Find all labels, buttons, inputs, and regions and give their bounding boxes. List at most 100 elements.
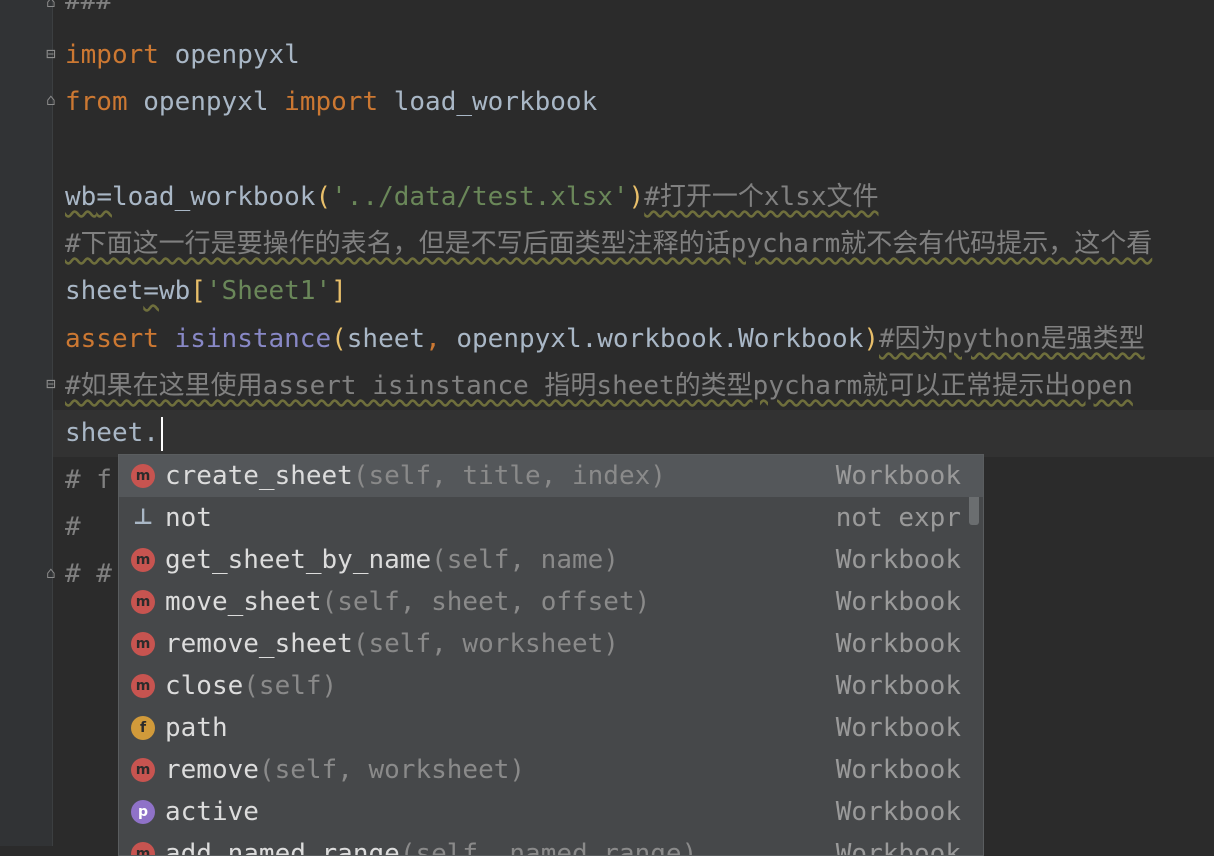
code-text: = xyxy=(96,182,112,212)
keyword-import: import xyxy=(65,40,159,70)
completion-item[interactable]: m move_sheet(self, sheet, offset) Workbook xyxy=(119,581,983,623)
completion-params: (self, named_range) xyxy=(399,839,698,856)
completion-params: (self, worksheet) xyxy=(352,629,619,659)
completion-item[interactable]: ⊥ not not expr xyxy=(119,497,983,539)
code-line-from-import[interactable]: from openpyxl import load_workbook xyxy=(65,79,597,126)
code-paren: ) xyxy=(863,324,880,354)
fold-end-icon[interactable]: ⌂ xyxy=(43,92,59,108)
code-line-load-workbook[interactable]: wb=load_workbook('../data/test.xlsx')#打开… xyxy=(65,174,878,221)
completion-params: (self) xyxy=(243,671,338,701)
code-text: wb xyxy=(65,182,97,212)
completion-name-text: active xyxy=(165,797,259,827)
keyword-import: import xyxy=(284,87,379,117)
fold-end-icon[interactable]: ⌂ xyxy=(43,565,59,581)
inline-comment: #因为python是强类型 xyxy=(879,324,1145,354)
completion-name: remove_sheet(self, worksheet) xyxy=(165,623,619,665)
comment-line[interactable]: #如果在这里使用assert isinstance 指明sheet的类型pych… xyxy=(65,363,1133,410)
code-bracket: ] xyxy=(331,276,347,306)
method-icon: m xyxy=(131,758,155,782)
completion-type: Workbook xyxy=(835,545,961,575)
code-line-assert[interactable]: assert isinstance(sheet, openpyxl.workbo… xyxy=(65,316,1145,363)
code-paren: ) xyxy=(628,182,645,212)
code-paren: ( xyxy=(331,324,347,354)
inline-comment: #打开一个xlsx文件 xyxy=(644,182,879,212)
comment-line[interactable]: # xyxy=(65,504,81,551)
code-text: load_workbook xyxy=(111,182,316,212)
completion-name-text: move_sheet xyxy=(165,587,322,617)
completion-name: not xyxy=(165,497,212,539)
completion-type: Workbook xyxy=(835,629,961,659)
completion-name: get_sheet_by_name(self, name) xyxy=(165,539,619,581)
completion-item[interactable]: m add_named_range(self, named_range) Workb… xyxy=(119,833,983,856)
comment-line[interactable]: #下面这一行是要操作的表名，但是不写后面类型注释的话pycharm就不会有代码提… xyxy=(65,221,1152,268)
code-text: openpyxl xyxy=(158,40,300,70)
completion-item[interactable]: m remove(self, worksheet) Workbook xyxy=(119,749,983,791)
completion-name: close(self) xyxy=(165,665,337,707)
completion-type: Workbook xyxy=(835,671,961,701)
code-text: sheet. xyxy=(65,418,159,448)
completion-name-text: path xyxy=(165,713,228,743)
code-text: = xyxy=(143,276,159,306)
completion-item[interactable]: m remove_sheet(self, worksheet) Workbook xyxy=(119,623,983,665)
keyword-icon: ⊥ xyxy=(132,505,154,530)
fold-end-icon[interactable]: ⌂ xyxy=(43,0,59,10)
property-icon: p xyxy=(131,800,155,824)
completion-name-text: remove_sheet xyxy=(165,629,353,659)
completion-params: (self, sheet, offset) xyxy=(321,587,651,617)
editor-gutter xyxy=(0,0,52,846)
string-literal: 'Sheet1' xyxy=(205,276,332,306)
completion-type: Workbook xyxy=(835,839,961,856)
method-icon: m xyxy=(131,464,155,488)
keyword-assert: assert xyxy=(65,324,159,354)
completion-item[interactable]: p active Workbook xyxy=(119,791,983,833)
code-line-sheet-assign[interactable]: sheet=wb['Sheet1'] xyxy=(65,268,347,315)
completion-item[interactable]: m get_sheet_by_name(self, name) Workbook xyxy=(119,539,983,581)
completion-type: Workbook xyxy=(835,797,961,827)
code-text: wb xyxy=(158,276,191,306)
code-text: openpyxl xyxy=(127,87,285,117)
completion-params: (self, name) xyxy=(431,545,619,575)
completion-name: path xyxy=(165,707,228,749)
completion-name-text: remove xyxy=(165,755,259,785)
completion-name-text: not xyxy=(165,503,212,533)
comment-text: #下面这一行是要操作的表名，但是不写后面类型注释的话pycharm就不会有代码提… xyxy=(65,229,1153,259)
comment-line[interactable]: # f xyxy=(65,457,112,504)
completion-type: Workbook xyxy=(835,461,961,491)
completion-name: add_named_range(self, named_range) xyxy=(165,833,698,856)
completion-params: (self, title, index) xyxy=(352,461,666,491)
code-text: sheet xyxy=(346,324,426,354)
completion-item[interactable]: f path Workbook xyxy=(119,707,983,749)
completion-item[interactable]: m close(self) Workbook xyxy=(119,665,983,707)
method-icon: m xyxy=(131,674,155,698)
completion-type: not expr xyxy=(835,503,961,533)
code-text: openpyxl.workbook.Workbook xyxy=(456,324,864,354)
completion-item[interactable]: m create_sheet(self, title, index) Workboo… xyxy=(119,455,983,497)
completion-popup[interactable]: m create_sheet(self, title, index) Workboo… xyxy=(118,454,984,856)
code-line-top[interactable]: ### xyxy=(65,0,112,25)
completion-type: Workbook xyxy=(835,713,961,743)
completion-name: create_sheet(self, title, index) xyxy=(165,455,666,497)
comment-line[interactable]: # # xyxy=(65,551,112,598)
code-comma: , xyxy=(425,324,457,354)
completion-name-text: add_named_range xyxy=(165,839,400,856)
string-literal: '../data/test.xlsx' xyxy=(331,182,629,212)
code-line-import[interactable]: import openpyxl xyxy=(65,32,300,79)
completion-name-text: get_sheet_by_name xyxy=(165,545,432,575)
completion-type: Workbook xyxy=(835,587,961,617)
method-icon: m xyxy=(131,590,155,614)
comment-text: #如果在这里使用assert isinstance 指明sheet的类型pych… xyxy=(65,371,1133,401)
completion-name: remove(self, worksheet) xyxy=(165,749,525,791)
keyword-from: from xyxy=(65,87,128,117)
method-icon: m xyxy=(131,632,155,656)
code-line-current[interactable]: sheet. xyxy=(65,410,163,457)
current-line-highlight xyxy=(53,410,1214,457)
code-bracket: [ xyxy=(190,276,206,306)
method-icon: m xyxy=(131,842,155,855)
field-icon: f xyxy=(131,716,155,740)
fold-start-icon[interactable]: ⊟ xyxy=(43,46,59,62)
fold-start-icon[interactable]: ⊟ xyxy=(43,376,59,392)
builtin-isinstance: isinstance xyxy=(174,324,332,354)
text-caret xyxy=(160,416,163,451)
method-icon: m xyxy=(131,548,155,572)
